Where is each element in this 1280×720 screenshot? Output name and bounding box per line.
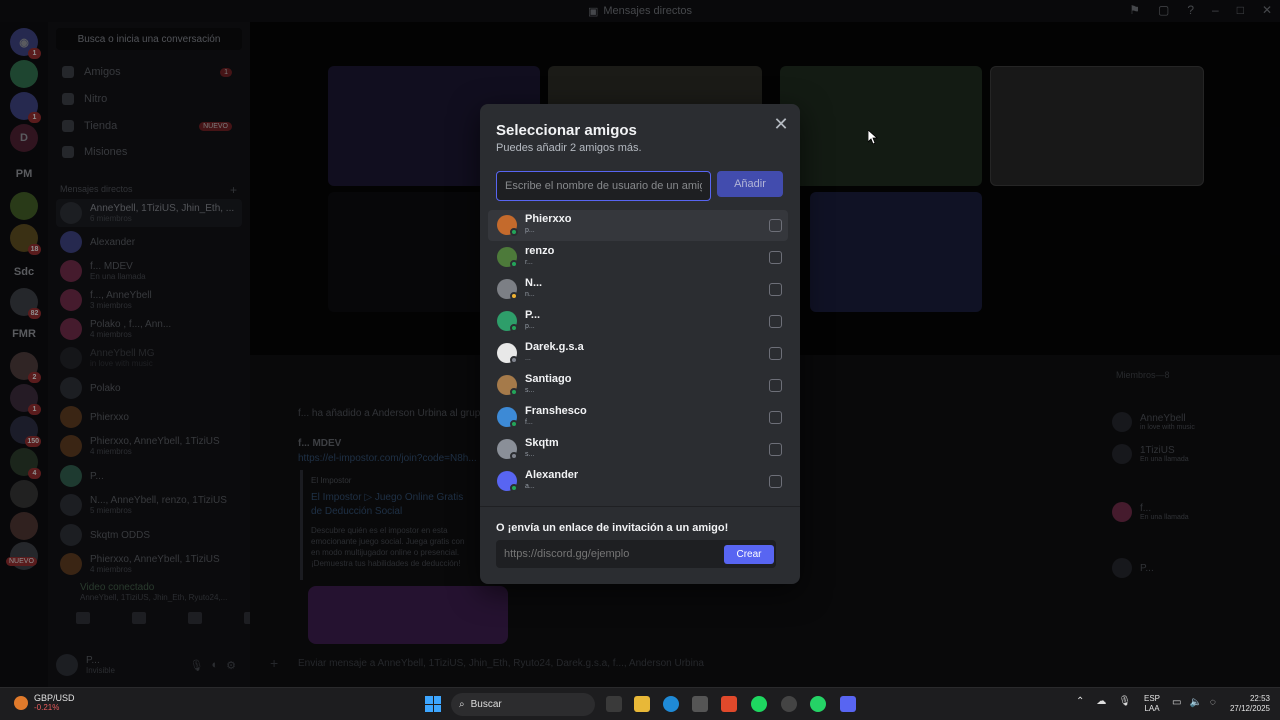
status-dot	[510, 292, 518, 300]
close-modal-button[interactable]: ✕	[772, 115, 790, 134]
friend-username: r...	[525, 259, 533, 266]
status-dot	[510, 228, 518, 236]
start-button[interactable]	[425, 696, 441, 712]
friend-row[interactable]: Alexander a...	[488, 466, 788, 497]
status-dot	[510, 388, 518, 396]
friend-username: p...	[525, 227, 535, 234]
status-dot	[510, 260, 518, 268]
market-widget[interactable]: GBP/USD -0.21%	[14, 693, 75, 713]
lang-layout: LAA	[1144, 704, 1160, 713]
whatsapp-icon[interactable]	[810, 696, 826, 712]
friend-checkbox[interactable]	[769, 219, 782, 232]
task-view-icon[interactable]	[606, 696, 622, 712]
friend-row[interactable]: Darek.g.s.a ...	[488, 338, 788, 369]
market-change: -0.21%	[34, 703, 60, 712]
status-dot	[510, 484, 518, 492]
create-button[interactable]: Crear	[724, 545, 774, 564]
status-dot	[510, 420, 518, 428]
taskbar: GBP/USD -0.21% ⌕ Buscar ⌃ ☁ 🎙 ESP LAA ▭	[0, 687, 1280, 720]
clock-time: 22:53	[1249, 694, 1270, 703]
friend-name: Skqtm	[525, 437, 559, 449]
modal-title: Seleccionar amigos	[496, 122, 637, 139]
friend-row[interactable]: Franshesco f...	[488, 402, 788, 433]
file-explorer-icon[interactable]	[634, 696, 650, 712]
spotify-icon[interactable]	[751, 696, 767, 712]
friend-name: renzo	[525, 245, 555, 257]
friend-row[interactable]: Santiago s...	[488, 370, 788, 401]
friend-name: Darek.g.s.a	[525, 341, 584, 353]
mouse-cursor-icon	[868, 130, 878, 144]
network-icon: ◌	[1209, 697, 1216, 708]
status-dot	[510, 324, 518, 332]
friend-row[interactable]: renzo r...	[488, 242, 788, 273]
friend-checkbox[interactable]	[769, 347, 782, 360]
friend-row[interactable]: N... n...	[488, 274, 788, 305]
friend-username: a...	[525, 483, 535, 490]
status-dot	[510, 356, 518, 364]
friend-name: Alexander	[525, 469, 579, 481]
friend-name: Franshesco	[525, 405, 587, 417]
chevron-up-icon[interactable]: ⌃	[1076, 696, 1084, 707]
add-button[interactable]: Añadir	[717, 171, 783, 197]
search-icon: ⌕	[459, 699, 465, 710]
friend-checkbox[interactable]	[769, 411, 782, 424]
friend-username: ...	[525, 355, 531, 362]
select-friends-modal: Seleccionar amigos Puedes añadir 2 amigo…	[480, 104, 800, 584]
friend-username: f...	[525, 419, 533, 426]
taskbar-search[interactable]: ⌕ Buscar	[451, 693, 595, 716]
friend-row[interactable]: Skqtm s...	[488, 434, 788, 465]
friend-name: P...	[525, 309, 541, 321]
clock[interactable]: 22:53 27/12/2025	[1222, 694, 1270, 714]
invite-link-input[interactable]	[496, 540, 716, 568]
system-tray: ⌃ ☁ 🎙	[1076, 696, 1131, 707]
invite-link-box: Crear	[496, 540, 776, 568]
app-window: ▣ Mensajes directos ⚑ ▢ ? – □ ✕ ◉ 1 1 D P…	[0, 0, 1280, 720]
friend-username: s...	[525, 387, 535, 394]
discord-icon[interactable]	[840, 696, 856, 712]
friend-name: Phierxxo	[525, 213, 572, 225]
cloud-icon[interactable]: ☁	[1096, 696, 1106, 707]
steam-icon[interactable]	[781, 696, 797, 712]
friend-search-input[interactable]	[496, 171, 711, 201]
friend-username: s...	[525, 451, 535, 458]
volume-icon: 🔈	[1189, 697, 1202, 708]
friend-checkbox[interactable]	[769, 251, 782, 264]
brave-icon[interactable]	[721, 696, 737, 712]
friend-list: Phierxxo p... renzo r... N... n... P... …	[488, 210, 792, 506]
market-symbol: GBP/USD	[34, 693, 75, 703]
invite-title: O ¡envía un enlace de invitación a un am…	[496, 522, 729, 534]
quick-settings[interactable]: ▭ 🔈 ◌	[1172, 697, 1216, 708]
search-label: Buscar	[470, 699, 502, 710]
app-icon[interactable]	[692, 696, 708, 712]
friend-checkbox[interactable]	[769, 379, 782, 392]
modal-subtitle: Puedes añadir 2 amigos más.	[496, 142, 642, 154]
mic-icon[interactable]: 🎙	[1118, 696, 1131, 707]
modal-divider	[480, 506, 800, 507]
friend-checkbox[interactable]	[769, 443, 782, 456]
clock-date: 27/12/2025	[1229, 704, 1270, 713]
status-dot	[510, 452, 518, 460]
friend-checkbox[interactable]	[769, 315, 782, 328]
friend-checkbox[interactable]	[769, 475, 782, 488]
display-icon: ▭	[1172, 697, 1182, 708]
friend-checkbox[interactable]	[769, 283, 782, 296]
friend-row[interactable]: Phierxxo p...	[488, 210, 788, 241]
friend-row[interactable]: P... p...	[488, 306, 788, 337]
edge-icon[interactable]	[663, 696, 679, 712]
friend-username: p...	[525, 323, 535, 330]
language-indicator[interactable]: ESP LAA	[1144, 694, 1160, 714]
friend-name: Santiago	[525, 373, 572, 385]
friend-username: n...	[525, 291, 535, 298]
market-icon	[14, 696, 28, 710]
friend-name: N...	[525, 277, 543, 289]
lang-code: ESP	[1144, 694, 1161, 703]
